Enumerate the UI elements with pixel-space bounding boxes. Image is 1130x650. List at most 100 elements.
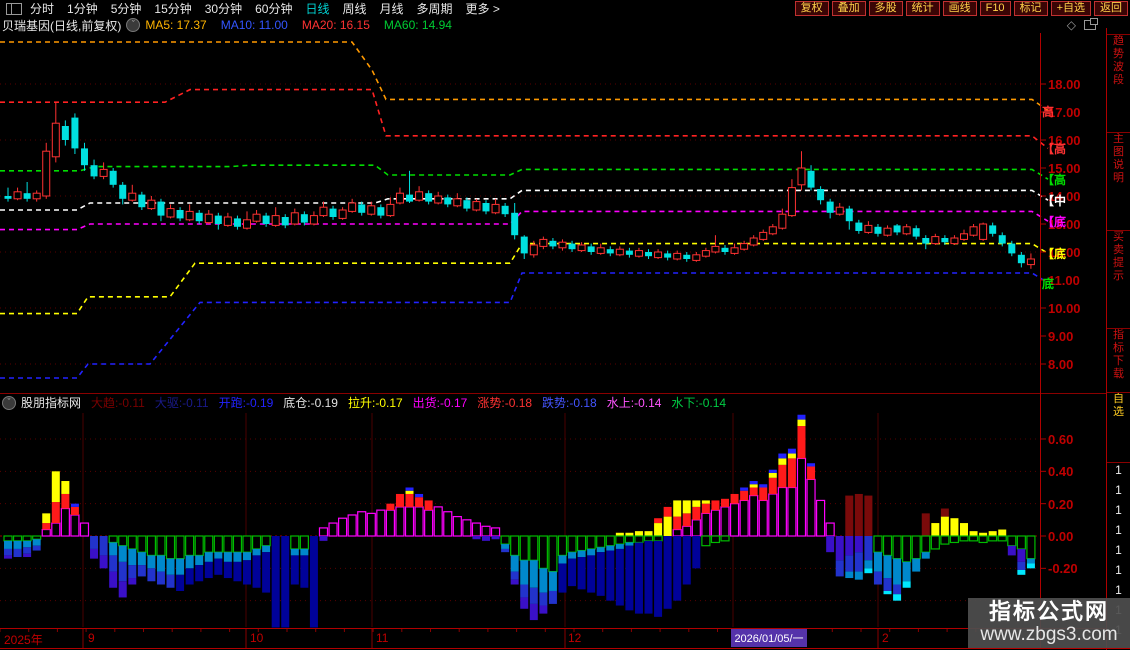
- histogram-bar[interactable]: [605, 535, 615, 601]
- histogram-bar[interactable]: [232, 535, 243, 582]
- histogram-bar[interactable]: [653, 518, 663, 617]
- candle[interactable]: [874, 224, 882, 237]
- toolbar-button-多股[interactable]: 多股: [868, 1, 903, 16]
- candle[interactable]: [51, 102, 60, 163]
- histogram-bar[interactable]: [930, 523, 940, 550]
- histogram-bar[interactable]: [519, 535, 529, 609]
- histogram-bar[interactable]: [586, 535, 596, 593]
- histogram-bar[interactable]: [978, 532, 988, 544]
- candle[interactable]: [176, 207, 184, 222]
- candle[interactable]: [596, 243, 605, 255]
- candle[interactable]: [960, 229, 968, 241]
- candle[interactable]: [759, 229, 768, 241]
- candle[interactable]: [472, 198, 481, 212]
- period-tab-周线[interactable]: 周线: [342, 0, 366, 17]
- window-split-icon[interactable]: [6, 2, 22, 15]
- histogram-bar[interactable]: [213, 535, 223, 575]
- candle[interactable]: [71, 113, 79, 154]
- toolbar-button-返回[interactable]: 返回: [1094, 1, 1128, 16]
- candle[interactable]: [692, 252, 701, 262]
- histogram-bar[interactable]: [357, 511, 367, 537]
- period-tab-日线[interactable]: 日线: [305, 0, 329, 17]
- histogram-bar[interactable]: [892, 535, 902, 601]
- candle[interactable]: [319, 201, 328, 217]
- candle[interactable]: [109, 168, 117, 188]
- chevron-down-icon[interactable]: ˇ: [126, 18, 141, 32]
- period-tab-60分钟[interactable]: 60分钟: [255, 0, 292, 17]
- histogram-bar[interactable]: [557, 535, 568, 593]
- candle[interactable]: [606, 246, 614, 257]
- candle[interactable]: [425, 190, 433, 205]
- candle[interactable]: [835, 203, 844, 216]
- histogram-bar[interactable]: [864, 495, 873, 574]
- histogram-bar[interactable]: [968, 531, 979, 542]
- histogram-bar[interactable]: [156, 535, 166, 585]
- candle[interactable]: [281, 214, 289, 229]
- candle[interactable]: [787, 179, 796, 217]
- candle[interactable]: [434, 191, 443, 205]
- candle[interactable]: [252, 210, 261, 223]
- histogram-bar[interactable]: [682, 500, 692, 585]
- histogram-bar[interactable]: [739, 487, 749, 537]
- histogram-bar[interactable]: [768, 469, 778, 537]
- histogram-bar[interactable]: [796, 414, 807, 537]
- histogram-bar[interactable]: [223, 535, 233, 579]
- diamond-icon[interactable]: ◇: [1067, 18, 1076, 32]
- candle[interactable]: [730, 243, 739, 255]
- candle[interactable]: [855, 219, 863, 234]
- candle[interactable]: [568, 240, 576, 252]
- candle[interactable]: [520, 235, 528, 259]
- candle[interactable]: [214, 212, 222, 230]
- histogram-bar[interactable]: [242, 535, 252, 585]
- histogram-bar[interactable]: [902, 535, 912, 588]
- histogram-bar[interactable]: [165, 535, 176, 588]
- candle[interactable]: [138, 191, 146, 210]
- candle[interactable]: [979, 222, 988, 241]
- histogram-bar[interactable]: [3, 535, 13, 559]
- histogram-bar[interactable]: [634, 531, 644, 614]
- toolbar-button-统计[interactable]: 统计: [905, 1, 940, 16]
- histogram-bar[interactable]: [90, 536, 99, 559]
- candle[interactable]: [453, 193, 462, 208]
- candle[interactable]: [482, 200, 490, 215]
- histogram-bar[interactable]: [787, 448, 797, 537]
- candle[interactable]: [549, 238, 557, 250]
- candle[interactable]: [128, 184, 137, 202]
- histogram-bar[interactable]: [347, 514, 357, 537]
- histogram-bar[interactable]: [309, 536, 318, 628]
- candle[interactable]: [348, 198, 357, 213]
- period-tab-1分钟[interactable]: 1分钟: [67, 0, 98, 17]
- histogram-bar[interactable]: [510, 535, 520, 585]
- candle[interactable]: [749, 235, 758, 247]
- histogram-bar[interactable]: [949, 518, 960, 544]
- histogram-bar[interactable]: [490, 527, 501, 540]
- candle[interactable]: [32, 190, 41, 202]
- candle[interactable]: [912, 225, 920, 240]
- candle[interactable]: [233, 215, 241, 230]
- histogram-bar[interactable]: [749, 481, 759, 537]
- candle[interactable]: [721, 245, 729, 255]
- period-tab-分时[interactable]: 分时: [30, 0, 54, 17]
- histogram-bar[interactable]: [576, 535, 587, 590]
- candle[interactable]: [377, 204, 385, 219]
- sidebar-section[interactable]: 买卖提示: [1107, 230, 1130, 327]
- candle[interactable]: [511, 203, 519, 240]
- histogram-bar[interactable]: [845, 495, 854, 579]
- histogram-bar[interactable]: [911, 535, 921, 572]
- candle[interactable]: [740, 240, 749, 251]
- panes-icon[interactable]: [1084, 18, 1098, 30]
- histogram-bar[interactable]: [194, 535, 204, 582]
- chart-canvas[interactable]: [0, 0, 1130, 650]
- histogram-bar[interactable]: [108, 535, 118, 588]
- histogram-bar[interactable]: [500, 535, 510, 553]
- histogram-bar[interactable]: [921, 513, 931, 559]
- period-tab-多周期[interactable]: 多周期: [417, 0, 453, 17]
- histogram-bar[interactable]: [424, 500, 434, 537]
- histogram-bar[interactable]: [624, 532, 635, 611]
- candle[interactable]: [329, 205, 337, 220]
- histogram-bar[interactable]: [615, 532, 625, 606]
- candle[interactable]: [893, 224, 901, 236]
- histogram-bar[interactable]: [146, 535, 156, 582]
- candle[interactable]: [625, 247, 633, 258]
- candle[interactable]: [491, 198, 500, 215]
